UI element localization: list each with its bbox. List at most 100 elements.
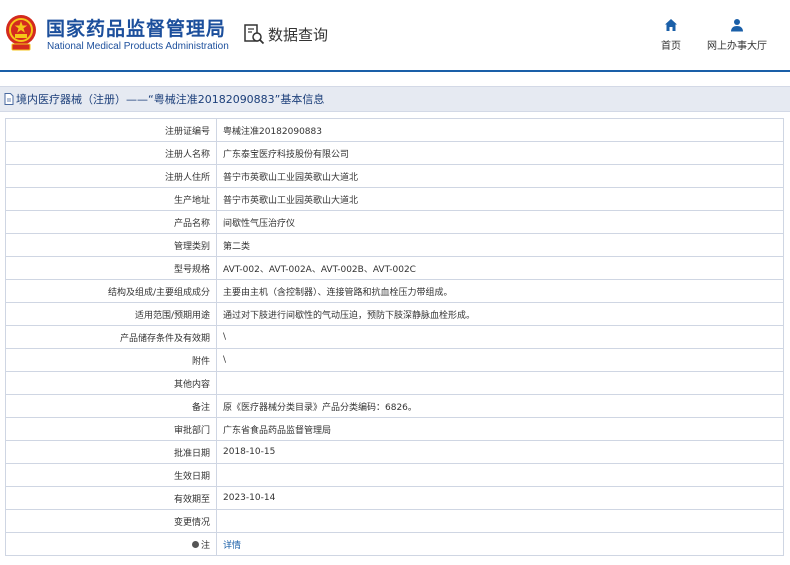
- field-value: 广东泰宝医疗科技股份有限公司: [216, 141, 784, 165]
- user-icon: [731, 19, 743, 32]
- table-row: 有效期至 2023-10-14: [5, 486, 784, 510]
- field-label-text: 注册人住所: [164, 172, 210, 183]
- field-value: 间歇性气压治疗仪: [216, 210, 784, 234]
- document-icon: [4, 93, 14, 105]
- table-row: 适用范围/预期用途 通过对下肢进行间歇性的气动压迫，预防下肢深静脉血栓形成。: [5, 302, 784, 326]
- field-label-text: 管理类别: [173, 241, 210, 252]
- field-label: 结构及组成/主要组成成分: [5, 279, 217, 303]
- field-label-text: 适用范围/预期用途: [134, 310, 210, 321]
- field-label-text: 生效日期: [173, 471, 210, 482]
- field-label-text: 产品名称: [173, 218, 210, 229]
- field-value-text: 通过对下肢进行间歇性的气动压迫，预防下肢深静脉血栓形成。: [223, 310, 476, 321]
- field-label: 产品储存条件及有效期: [5, 325, 217, 349]
- field-label-text: 注册人名称: [164, 149, 210, 160]
- table-row: 管理类别 第二类: [5, 233, 784, 257]
- field-label: 注: [5, 532, 217, 556]
- site-header: 国家药品监督管理局 National Medical Products Admi…: [0, 0, 790, 72]
- site-title: 国家药品监督管理局: [46, 18, 227, 40]
- field-value: 详情: [216, 532, 784, 556]
- field-label-text: 变更情况: [173, 517, 210, 528]
- field-value: [216, 463, 784, 487]
- field-value: \: [216, 325, 784, 349]
- pin-icon: [191, 540, 199, 548]
- field-value-text: 2018-10-15: [223, 447, 276, 457]
- field-label-text: 有效期至: [173, 494, 210, 505]
- field-value: 广东省食品药品监督管理局: [216, 417, 784, 441]
- table-row: 附件 \: [5, 348, 784, 372]
- record-title: 境内医疗器械（注册）——“粤械注准20182090883”基本信息: [16, 93, 325, 106]
- document-search-icon: [244, 24, 265, 45]
- field-label-text: 结构及组成/主要组成成分: [107, 287, 210, 298]
- table-row: 批准日期 2018-10-15: [5, 440, 784, 464]
- field-value-text: 广东省食品药品监督管理局: [223, 425, 332, 436]
- table-row: 注册人名称 广东泰宝医疗科技股份有限公司: [5, 141, 784, 165]
- field-label-text: 注册证编号: [164, 126, 210, 137]
- field-value: 原《医疗器械分类目录》产品分类编码：6826。: [216, 394, 784, 418]
- table-row: 备注 原《医疗器械分类目录》产品分类编码：6826。: [5, 394, 784, 418]
- field-label: 其他内容: [5, 371, 217, 395]
- field-label-text: 审批部门: [173, 425, 210, 436]
- field-value-text: 2023-10-14: [223, 493, 276, 503]
- field-label: 型号规格: [5, 256, 217, 280]
- details-link[interactable]: 详情: [223, 541, 241, 551]
- field-label-text: 生产地址: [173, 195, 210, 206]
- field-value-text: 间歇性气压治疗仪: [223, 218, 296, 229]
- field-value-text: 普宁市英歌山工业园英歌山大道北: [223, 195, 359, 206]
- field-label: 管理类别: [5, 233, 217, 257]
- device-info-table: 注册证编号 粤械注准20182090883 注册人名称 广东泰宝医疗科技股份有限公司注…: [5, 118, 784, 556]
- field-label-text: 注: [200, 540, 210, 551]
- field-label: 生产地址: [5, 187, 217, 211]
- home-icon: [665, 19, 677, 31]
- table-row: 生效日期: [5, 463, 784, 487]
- field-value-text: \: [223, 355, 227, 365]
- field-label: 有效期至: [5, 486, 217, 510]
- field-value-text: 第二类: [223, 241, 251, 252]
- field-label: 注册证编号: [5, 118, 217, 142]
- field-label: 适用范围/预期用途: [5, 302, 217, 326]
- nav-online-hall-label: 网上办事大厅: [707, 41, 767, 52]
- field-value-text: 原《医疗器械分类目录》产品分类编码：6826。: [223, 402, 417, 413]
- field-value: 普宁市英歌山工业园英歌山大道北: [216, 164, 784, 188]
- data-query-link[interactable]: 数据查询: [243, 22, 328, 46]
- field-value: [216, 509, 784, 533]
- field-value: 普宁市英歌山工业园英歌山大道北: [216, 187, 784, 211]
- table-row: 注 详情: [5, 532, 784, 556]
- field-value-text: 普宁市英歌山工业园英歌山大道北: [223, 172, 359, 183]
- field-label: 审批部门: [5, 417, 217, 441]
- site-title-en: National Medical Products Administration: [47, 41, 229, 52]
- table-row: 生产地址 普宁市英歌山工业园英歌山大道北: [5, 187, 784, 211]
- field-value: 粤械注准20182090883: [216, 118, 784, 142]
- table-row: 变更情况: [5, 509, 784, 533]
- field-label: 变更情况: [5, 509, 217, 533]
- nav-online-hall[interactable]: 网上办事大厅: [697, 18, 777, 52]
- field-label-text: 产品储存条件及有效期: [119, 333, 210, 344]
- data-query-label: 数据查询: [268, 25, 329, 44]
- field-label: 附件: [5, 348, 217, 372]
- field-value: 2018-10-15: [216, 440, 784, 464]
- table-row: 产品名称 间歇性气压治疗仪: [5, 210, 784, 234]
- table-row: 注册人住所 普宁市英歌山工业园英歌山大道北: [5, 164, 784, 188]
- field-value: AVT-002、AVT-002A、AVT-002B、AVT-002C: [216, 256, 784, 280]
- field-value-text: 粤械注准20182090883: [223, 126, 322, 137]
- field-label: 生效日期: [5, 463, 217, 487]
- field-value-text: \: [223, 332, 227, 342]
- field-label: 注册人住所: [5, 164, 217, 188]
- field-value-text: 主要由主机（含控制器）、连接管路和抗血栓压力带组成。: [223, 287, 453, 298]
- field-value: 第二类: [216, 233, 784, 257]
- field-value: 2023-10-14: [216, 486, 784, 510]
- field-label-text: 附件: [191, 356, 210, 367]
- table-row: 型号规格 AVT-002、AVT-002A、AVT-002B、AVT-002C: [5, 256, 784, 280]
- field-label: 批准日期: [5, 440, 217, 464]
- field-value-text: AVT-002、AVT-002A、AVT-002B、AVT-002C: [223, 264, 416, 275]
- national-emblem-icon: [6, 15, 36, 51]
- field-label-text: 批准日期: [173, 448, 210, 459]
- table-row: 注册证编号 粤械注准20182090883: [5, 118, 784, 142]
- table-row: 审批部门 广东省食品药品监督管理局: [5, 417, 784, 441]
- field-label-text: 备注: [191, 402, 210, 413]
- field-label-text: 型号规格: [173, 264, 210, 275]
- field-value: \: [216, 348, 784, 372]
- table-row: 其他内容: [5, 371, 784, 395]
- field-value: [216, 371, 784, 395]
- field-value-text: 广东泰宝医疗科技股份有限公司: [223, 149, 350, 160]
- field-label-text: 其他内容: [173, 379, 210, 390]
